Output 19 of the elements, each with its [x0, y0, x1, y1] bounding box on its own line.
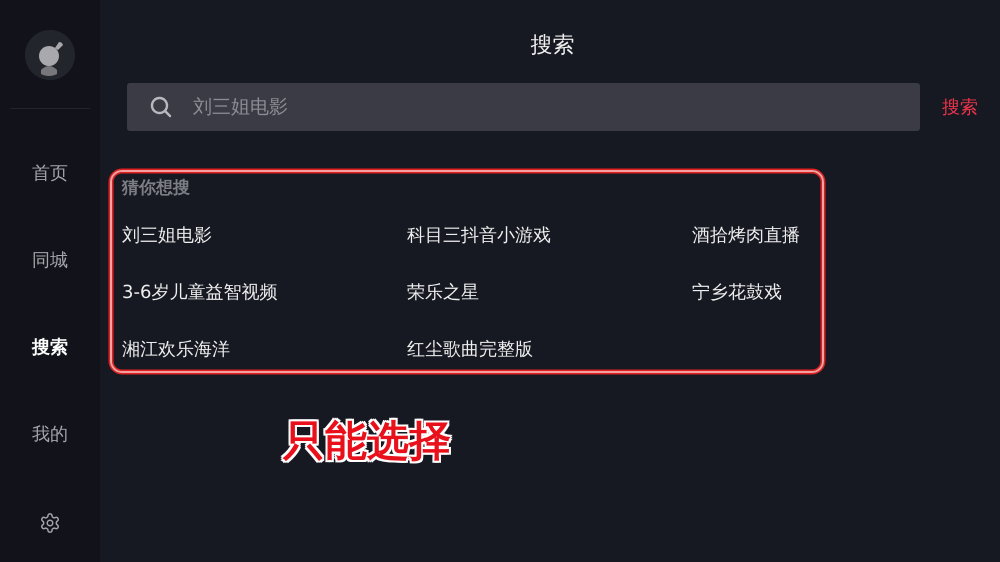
search-field[interactable]: 刘三姐电影 — [127, 83, 920, 131]
suggestion-item[interactable]: 科目三抖音小游戏 — [407, 223, 692, 247]
annotation-text: 只能选择 — [283, 415, 452, 467]
nav-item[interactable]: 搜索 — [32, 335, 68, 359]
suggestion-item[interactable]: 刘三姐电影 — [122, 223, 407, 247]
avatar-icon[interactable] — [25, 30, 75, 80]
settings-icon[interactable] — [39, 512, 61, 534]
nav-item[interactable]: 我的 — [32, 422, 68, 446]
suggestion-item[interactable]: 红尘歌曲完整版 — [407, 337, 692, 361]
suggestion-item[interactable]: 宁乡花鼓戏 — [692, 280, 812, 304]
suggestion-item[interactable]: 3-6岁儿童益智视频 — [122, 280, 407, 304]
page-title: 搜索 — [530, 32, 574, 60]
suggestion-item[interactable]: 荣乐之星 — [407, 280, 692, 304]
nav-item[interactable]: 首页 — [32, 161, 68, 185]
search-button[interactable]: 搜索 — [942, 95, 978, 119]
suggestion-item[interactable]: 湘江欢乐海洋 — [122, 337, 407, 361]
nav-item[interactable]: 同城 — [32, 248, 68, 272]
suggestion-item[interactable]: 酒拾烤肉直播 — [692, 223, 812, 247]
suggestions-heading: 猜你想搜 — [122, 177, 191, 199]
